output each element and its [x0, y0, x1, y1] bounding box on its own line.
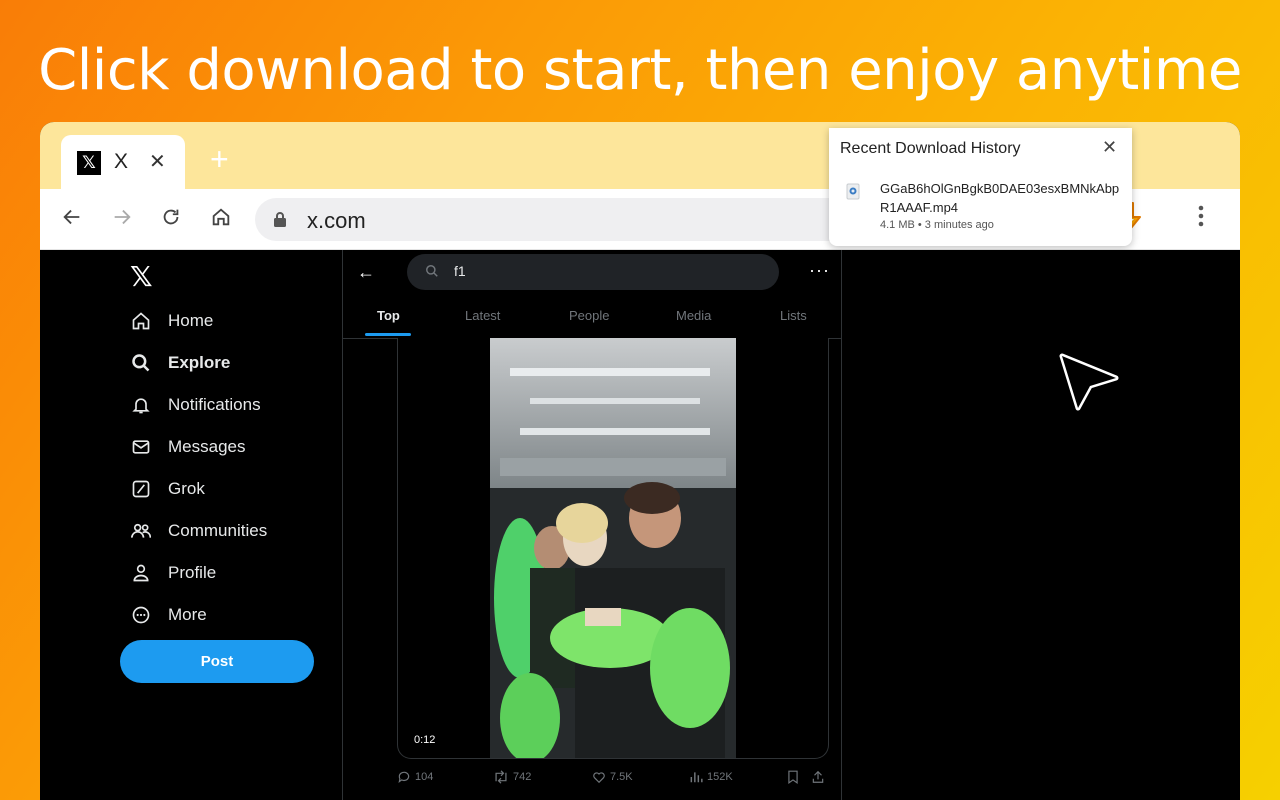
- home-button-icon[interactable]: [208, 206, 234, 232]
- sidebar-item-label: Profile: [168, 563, 216, 583]
- tab-lists[interactable]: Lists: [780, 308, 807, 323]
- browser-tab[interactable]: 𝕏 X ✕: [61, 135, 185, 189]
- sidebar-item-label: More: [168, 605, 207, 625]
- tab-top[interactable]: Top: [377, 308, 400, 323]
- home-icon: [130, 310, 152, 332]
- like-button[interactable]: 7.5K: [592, 770, 633, 784]
- search-value: f1: [454, 263, 466, 279]
- tab-latest[interactable]: Latest: [465, 308, 500, 323]
- mail-icon: [130, 436, 152, 458]
- grok-icon: [130, 478, 152, 500]
- share-button[interactable]: [811, 770, 829, 784]
- back-icon[interactable]: [59, 206, 85, 232]
- mouse-cursor-icon: [1050, 346, 1124, 416]
- download-filename[interactable]: GGaB6hOlGnBgkB0DAE03esxBMNkAbpR1AAAF.mp4: [880, 179, 1120, 217]
- tab-close-icon[interactable]: ✕: [149, 149, 166, 174]
- lock-icon: [273, 211, 287, 228]
- repost-button[interactable]: 742: [493, 770, 531, 784]
- reload-icon[interactable]: [158, 206, 184, 232]
- headline: Click download to start, then enjoy anyt…: [0, 38, 1280, 103]
- x-logo-icon[interactable]: 𝕏: [130, 260, 153, 293]
- sidebar-item-label: Home: [168, 311, 213, 331]
- bell-icon: [130, 394, 152, 416]
- bookmark-button[interactable]: [787, 770, 803, 784]
- video-player[interactable]: [490, 338, 736, 758]
- sidebar-item-profile[interactable]: Profile: [130, 558, 216, 588]
- reply-button[interactable]: 104: [397, 770, 433, 784]
- search-input[interactable]: f1: [407, 254, 779, 290]
- x-page: 𝕏 Home Explore Notifications Messages Gr…: [40, 250, 1240, 800]
- like-count: 7.5K: [610, 771, 633, 783]
- sidebar-item-label: Grok: [168, 479, 205, 499]
- video-post[interactable]: 0:12: [397, 338, 829, 759]
- person-icon: [130, 562, 152, 584]
- timeline-column: ← f1 ··· Top Latest People Media Lists: [342, 250, 842, 800]
- video-duration: 0:12: [414, 734, 435, 746]
- views-count: 152K: [707, 771, 733, 783]
- active-tab-indicator: [365, 333, 411, 336]
- download-history-title: Recent Download History: [840, 140, 1021, 158]
- sidebar-item-notifications[interactable]: Notifications: [130, 390, 261, 420]
- close-icon[interactable]: ✕: [1102, 137, 1117, 158]
- search-tabs: Top Latest People Media Lists: [343, 298, 841, 339]
- sidebar-item-more[interactable]: More: [130, 600, 207, 630]
- tab-title: X: [114, 150, 128, 174]
- tab-media[interactable]: Media: [676, 308, 711, 323]
- more-circle-icon: [130, 604, 152, 626]
- heart-icon: [592, 770, 606, 784]
- sidebar-item-communities[interactable]: Communities: [130, 516, 267, 546]
- sidebar-item-grok[interactable]: Grok: [130, 474, 205, 504]
- video-file-icon: [846, 183, 862, 201]
- post-actions: 104 742 7.5K 152K: [397, 768, 827, 788]
- sidebar-item-label: Notifications: [168, 395, 261, 415]
- back-arrow-icon[interactable]: ←: [357, 262, 375, 283]
- sidebar-item-explore[interactable]: Explore: [130, 348, 230, 378]
- reply-count: 104: [415, 771, 433, 783]
- share-icon: [811, 770, 825, 784]
- people-icon: [130, 520, 152, 542]
- repost-icon: [493, 770, 509, 784]
- download-history-popup: Recent Download History ✕ GGaB6hOlGnBgkB…: [829, 128, 1132, 246]
- browser-menu-icon[interactable]: [1198, 205, 1204, 227]
- new-tab-icon[interactable]: +: [210, 143, 229, 175]
- forward-icon[interactable]: [109, 206, 135, 232]
- sidebar-item-label: Communities: [168, 521, 267, 541]
- sidebar-item-messages[interactable]: Messages: [130, 432, 245, 462]
- bookmark-icon: [787, 770, 799, 784]
- views-chart-icon: [689, 770, 703, 784]
- sidebar-item-label: Explore: [168, 353, 230, 373]
- post-button[interactable]: Post: [120, 640, 314, 683]
- repost-count: 742: [513, 771, 531, 783]
- search-icon: [425, 264, 439, 278]
- sidebar-item-home[interactable]: Home: [130, 306, 213, 336]
- tab-people[interactable]: People: [569, 308, 609, 323]
- sidebar-item-label: Messages: [168, 437, 245, 457]
- more-options-icon[interactable]: ···: [809, 260, 830, 281]
- views-button[interactable]: 152K: [689, 770, 733, 784]
- download-meta: 4.1 MB • 3 minutes ago: [880, 219, 994, 231]
- search-icon: [130, 352, 152, 374]
- x-favicon-icon: 𝕏: [77, 151, 101, 175]
- url-text: x.com: [307, 208, 366, 234]
- reply-icon: [397, 770, 411, 784]
